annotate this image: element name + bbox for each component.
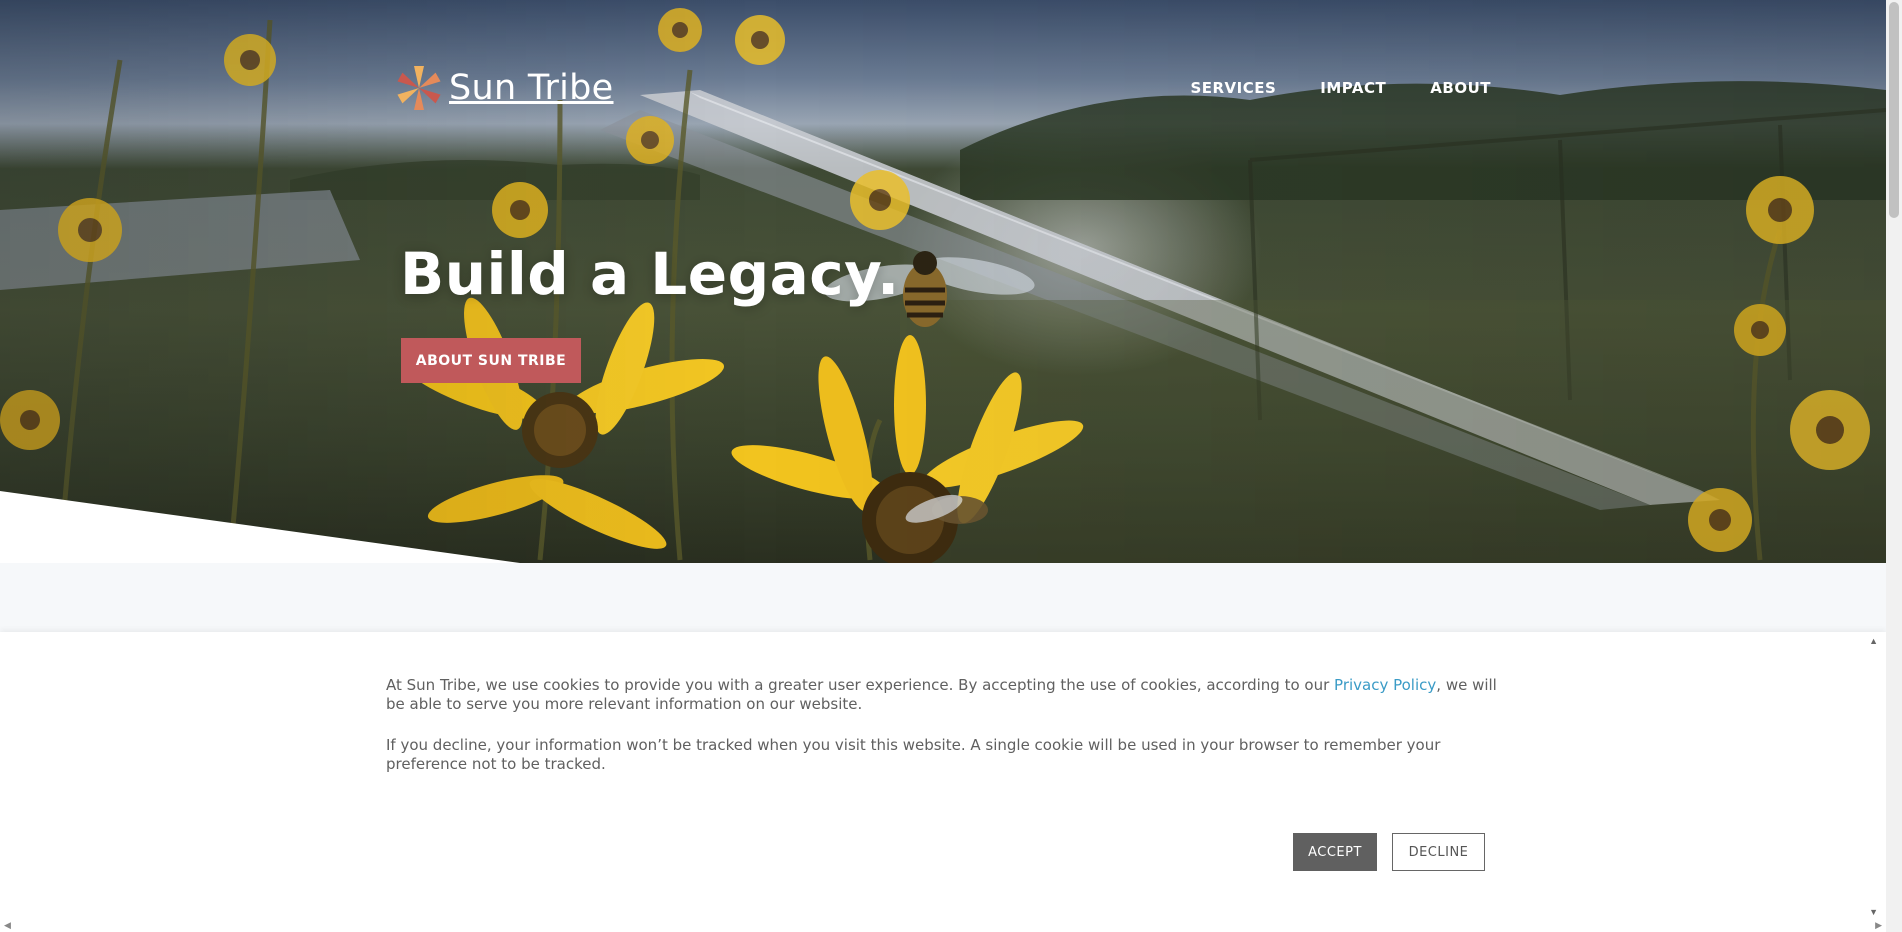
horizontal-scrollbar[interactable]: ◀ ▶ xyxy=(0,919,1886,932)
logo-text: Sun Tribe xyxy=(449,68,614,108)
content-band xyxy=(0,563,1886,632)
cookie-text-1a: At Sun Tribe, we use cookies to provide … xyxy=(386,676,1335,694)
hero-overlay xyxy=(0,0,1886,563)
vertical-scrollbar-thumb[interactable] xyxy=(1889,2,1899,218)
hero-slant-divider xyxy=(0,491,520,563)
sun-tribe-logo-icon xyxy=(397,66,441,110)
nav-services[interactable]: SERVICES xyxy=(1190,79,1276,97)
triangle-down-icon[interactable]: ▼ xyxy=(1869,907,1878,917)
main-nav: SERVICES IMPACT ABOUT xyxy=(1190,79,1491,97)
site-logo[interactable]: Sun Tribe xyxy=(397,64,614,112)
decline-cookies-button[interactable]: DECLINE xyxy=(1392,833,1485,871)
vertical-scrollbar[interactable] xyxy=(1886,0,1902,932)
triangle-up-icon[interactable]: ▲ xyxy=(1869,636,1878,646)
hero-section: Sun Tribe SERVICES IMPACT ABOUT Build a … xyxy=(0,0,1886,563)
cookie-actions: ACCEPT DECLINE xyxy=(1293,833,1485,871)
nav-about[interactable]: ABOUT xyxy=(1430,79,1491,97)
cookie-paragraph-2: If you decline, your information won’t b… xyxy=(386,736,1441,773)
cookie-message: At Sun Tribe, we use cookies to provide … xyxy=(386,676,1498,774)
cookie-banner: ▲ At Sun Tribe, we use cookies to provid… xyxy=(0,632,1886,919)
accept-cookies-button[interactable]: ACCEPT xyxy=(1293,833,1377,871)
cookie-paragraph-1: At Sun Tribe, we use cookies to provide … xyxy=(386,676,1498,714)
triangle-right-icon[interactable]: ▶ xyxy=(1875,919,1882,932)
hero-title: Build a Legacy. xyxy=(400,240,900,308)
triangle-left-icon[interactable]: ◀ xyxy=(4,919,11,932)
nav-impact[interactable]: IMPACT xyxy=(1320,79,1386,97)
about-sun-tribe-button[interactable]: ABOUT SUN TRIBE xyxy=(401,338,581,383)
privacy-policy-link[interactable]: Privacy Policy xyxy=(1334,676,1436,694)
